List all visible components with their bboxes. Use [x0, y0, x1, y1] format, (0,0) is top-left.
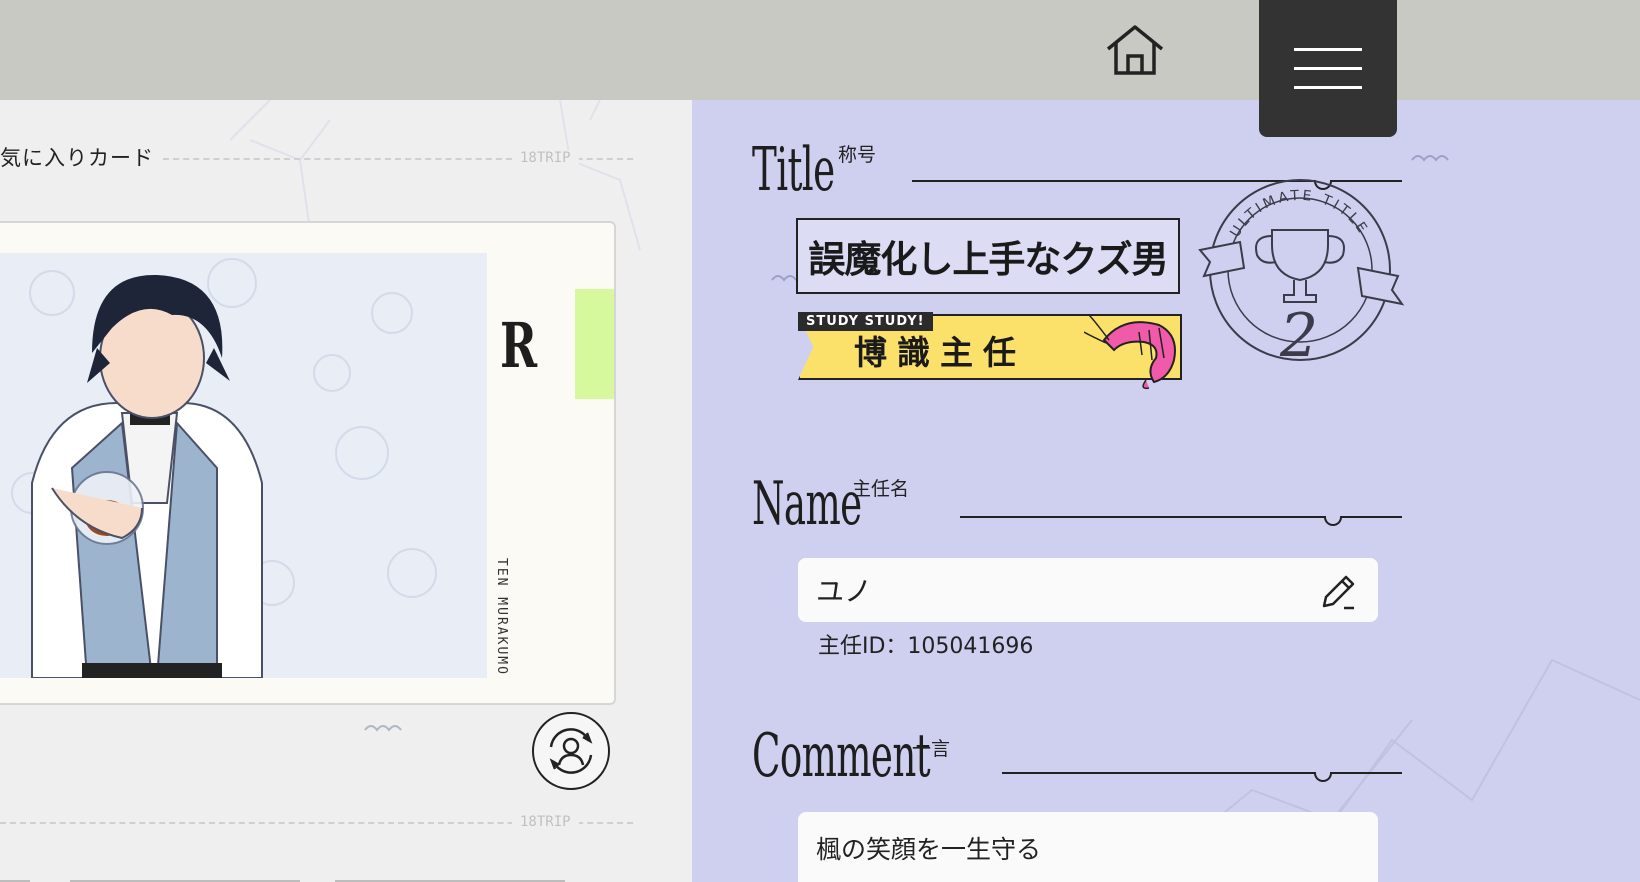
title-subheading: 称号: [838, 144, 877, 166]
comment-heading: Comment: [752, 721, 931, 791]
comment-field[interactable]: 楓の笑顔を一生守る: [798, 812, 1378, 882]
name-subheading: 主任名: [852, 478, 910, 500]
home-button[interactable]: [1100, 20, 1170, 80]
title-heading: Title: [752, 135, 835, 205]
ultimate-title-stamp-icon: ULTIMATE TITLE 2: [1198, 179, 1405, 370]
comment-rule: [1002, 772, 1402, 774]
main-title-badge[interactable]: 誤魔化し上手なクズ男: [796, 218, 1180, 294]
change-favorite-button[interactable]: [532, 712, 610, 790]
favorite-card-panel: 気に入りカード 18TRIP R TEN MURAKUMO 18TRIP: [0, 100, 692, 882]
hamburger-menu-icon-bar: [1294, 86, 1362, 89]
name-value: ユノ: [816, 575, 873, 608]
brand-mark: 18TRIP: [512, 150, 579, 166]
profile-panel: Title 称号 誤魔化し上手なクズ男 STUDY STUDY! 博識主任 UL…: [692, 100, 1640, 882]
comment-subheading: 一言: [912, 738, 951, 760]
menu-button[interactable]: [1259, 0, 1397, 137]
rarity-color-bar: [575, 289, 614, 399]
comment-value: 楓の笑顔を一生守る: [816, 835, 1042, 864]
shrimp-icon: [1084, 314, 1176, 390]
hamburger-menu-icon: [1294, 48, 1362, 51]
rarity-label: R: [500, 309, 538, 382]
bottom-tab-strip: [0, 880, 565, 882]
name-heading: Name: [752, 469, 862, 539]
hamburger-menu-icon-bar: [1294, 67, 1362, 70]
secondary-title-text: 博識主任: [854, 333, 1026, 372]
home-icon: [1106, 25, 1164, 75]
svg-text:2: 2: [1279, 301, 1318, 370]
pencil-edit-icon[interactable]: [1316, 570, 1360, 614]
favorite-card-label: 気に入りカード: [0, 146, 154, 170]
card-character-name: TEN MURAKUMO: [494, 558, 509, 676]
user-id-label: 主任ID：105041696: [818, 634, 1034, 659]
favorite-card[interactable]: R TEN MURAKUMO: [0, 221, 616, 705]
secondary-title-tag: STUDY STUDY!: [798, 312, 933, 331]
character-art: [0, 253, 487, 678]
brand-mark-bottom: 18TRIP: [512, 814, 579, 830]
change-avatar-icon: [549, 728, 593, 774]
name-field[interactable]: ユノ: [798, 558, 1378, 622]
